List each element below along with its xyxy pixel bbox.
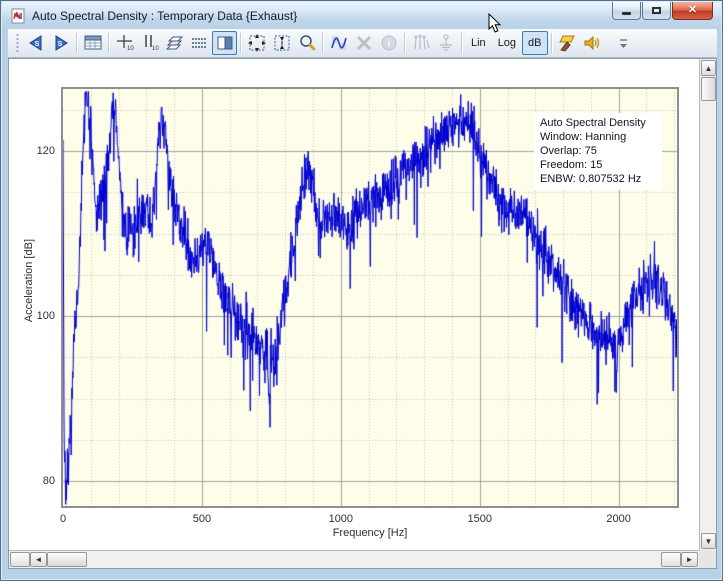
toolbar: S S 10 bbox=[8, 29, 717, 58]
window-title: Auto Spectral Density : Temporary Data {… bbox=[32, 9, 297, 23]
scrollbar-corner bbox=[699, 550, 716, 568]
x-tick-label: 0 bbox=[60, 513, 66, 525]
restore-icon bbox=[652, 7, 661, 14]
toolbar-separator bbox=[240, 33, 241, 53]
minimize-icon bbox=[622, 12, 631, 15]
horizontal-scrollbar[interactable]: ◄ ► bbox=[9, 550, 699, 568]
close-button[interactable]: ✕ bbox=[672, 2, 713, 20]
svg-text:i: i bbox=[387, 39, 390, 50]
crosshair-10-icon: 10 bbox=[115, 33, 135, 53]
annotation-line: ENBW: 0.807532 Hz bbox=[540, 172, 656, 186]
svg-text:10: 10 bbox=[152, 46, 159, 52]
app-window: Auto Spectral Density : Temporary Data {… bbox=[0, 0, 723, 581]
x-tick-label: 2000 bbox=[606, 513, 630, 525]
scale-db-button[interactable]: dB bbox=[522, 31, 547, 55]
arrows-out-box-icon bbox=[247, 33, 267, 53]
arrow-left-s-icon: S bbox=[26, 33, 46, 53]
x-axis-title: Frequency [Hz] bbox=[63, 527, 677, 539]
delete-trace-button[interactable] bbox=[351, 31, 376, 55]
double-cursor-10-icon: 10 bbox=[140, 33, 160, 53]
curve-overlay-button[interactable] bbox=[326, 31, 351, 55]
nav-previous-button[interactable]: S bbox=[23, 31, 48, 55]
scroll-left-button[interactable]: ◄ bbox=[30, 552, 47, 567]
annotation-box: Auto Spectral Density Window: Hanning Ov… bbox=[534, 113, 662, 190]
title-bar[interactable]: Auto Spectral Density : Temporary Data {… bbox=[2, 2, 721, 29]
pane-splitter-box[interactable] bbox=[661, 552, 681, 567]
scale-log-button[interactable]: Log bbox=[492, 31, 522, 55]
speaker-icon bbox=[582, 33, 602, 53]
annotation-line: Window: Hanning bbox=[540, 130, 656, 144]
split-view-button[interactable] bbox=[212, 31, 237, 55]
toolbar-separator bbox=[551, 33, 552, 53]
annotation-line: Freedom: 15 bbox=[540, 158, 656, 172]
x-tick-label: 500 bbox=[193, 513, 211, 525]
annotation-line: Auto Spectral Density bbox=[540, 116, 656, 130]
magnifier-icon bbox=[297, 33, 317, 53]
audio-playback-button[interactable] bbox=[580, 31, 605, 55]
vertical-scrollbar[interactable]: ▲ ▼ bbox=[699, 59, 716, 550]
chart-area[interactable]: Acceleration [dB] Frequency [Hz] Auto Sp… bbox=[9, 59, 699, 550]
chevron-down-icon bbox=[619, 38, 628, 49]
chart-client-area: Acceleration [dB] Frequency [Hz] Auto Sp… bbox=[8, 58, 717, 569]
arrow-right-s-icon: S bbox=[51, 33, 71, 53]
zoom-tool-button[interactable] bbox=[294, 31, 319, 55]
scroll-up-button[interactable]: ▲ bbox=[701, 60, 716, 76]
hand-report-icon bbox=[557, 33, 577, 53]
toolbar-separator bbox=[76, 33, 77, 53]
y-tick-label: 80 bbox=[17, 475, 55, 487]
toolbar-separator bbox=[461, 33, 462, 53]
x-tick-label: 1000 bbox=[329, 513, 353, 525]
restore-button[interactable] bbox=[642, 2, 671, 20]
dotted-display-button[interactable] bbox=[187, 31, 212, 55]
window-controls: ✕ bbox=[612, 2, 713, 20]
comb-filter-button[interactable] bbox=[408, 31, 433, 55]
y-tick-label: 120 bbox=[17, 145, 55, 157]
horizontal-scroll-track[interactable] bbox=[87, 551, 661, 568]
arrows-in-box-icon bbox=[272, 33, 292, 53]
zoom-window-button[interactable] bbox=[269, 31, 294, 55]
toolbar-overflow-button[interactable] bbox=[619, 38, 628, 49]
svg-text:S: S bbox=[57, 41, 62, 48]
single-cursor-button[interactable]: 10 bbox=[112, 31, 137, 55]
minimize-button[interactable] bbox=[612, 2, 641, 20]
dotted-rows-icon bbox=[190, 33, 210, 53]
comb-icon bbox=[411, 33, 431, 53]
blue-wave-icon bbox=[329, 33, 349, 53]
info-button[interactable]: i bbox=[376, 31, 401, 55]
toolbar-separator bbox=[404, 33, 405, 53]
spectrum-document-icon bbox=[10, 8, 26, 24]
x-cross-icon bbox=[354, 33, 374, 53]
scroll-down-button[interactable]: ▼ bbox=[701, 533, 716, 549]
ground-reference-button[interactable] bbox=[433, 31, 458, 55]
scale-lin-button[interactable]: Lin bbox=[465, 31, 492, 55]
vertical-scroll-thumb[interactable] bbox=[701, 77, 716, 101]
scroll-right-button[interactable]: ► bbox=[681, 552, 698, 567]
harmonic-cursor-button[interactable]: 10 bbox=[137, 31, 162, 55]
two-panes-icon bbox=[215, 33, 235, 53]
overlay-traces-button[interactable] bbox=[162, 31, 187, 55]
horizontal-scroll-thumb[interactable] bbox=[47, 552, 87, 567]
data-grid-button[interactable] bbox=[80, 31, 105, 55]
toolbar-separator bbox=[108, 33, 109, 53]
toolbar-separator bbox=[322, 33, 323, 53]
stacked-sheets-icon bbox=[165, 33, 185, 53]
svg-text:10: 10 bbox=[127, 46, 134, 52]
nav-next-button[interactable]: S bbox=[48, 31, 73, 55]
y-tick-label: 100 bbox=[17, 310, 55, 322]
close-icon: ✕ bbox=[688, 5, 697, 16]
zoom-out-full-button[interactable] bbox=[244, 31, 269, 55]
pane-splitter-box[interactable] bbox=[10, 552, 30, 567]
info-circle-icon: i bbox=[379, 33, 399, 53]
ground-icon bbox=[436, 33, 456, 53]
table-icon bbox=[83, 33, 103, 53]
annotation-line: Overlap: 75 bbox=[540, 144, 656, 158]
svg-text:S: S bbox=[34, 41, 39, 48]
report-button[interactable] bbox=[555, 31, 580, 55]
x-tick-label: 1500 bbox=[467, 513, 491, 525]
toolbar-grip-handle[interactable] bbox=[16, 33, 19, 53]
